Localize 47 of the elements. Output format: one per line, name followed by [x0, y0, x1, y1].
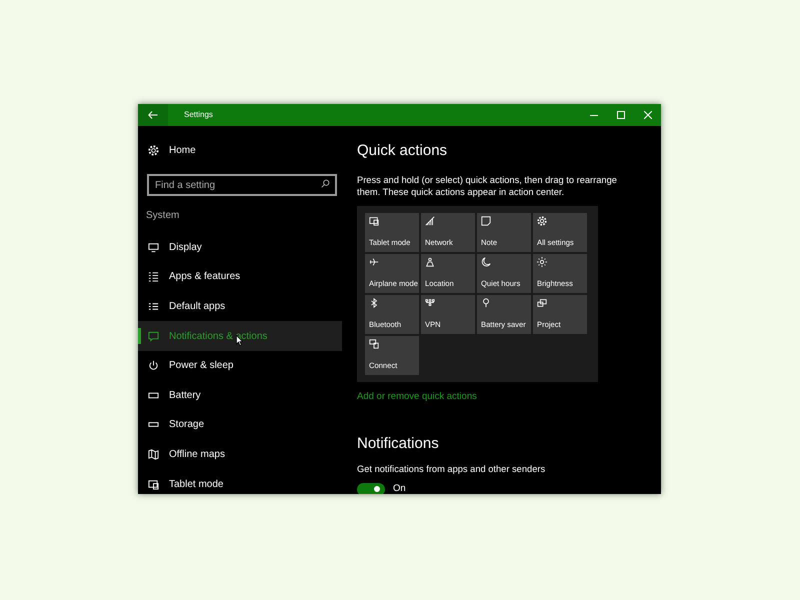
sidebar-item[interactable]: Apps & features [138, 262, 342, 292]
screens-icon [369, 338, 379, 348]
sidebar-item[interactable]: Tablet mode [138, 469, 342, 494]
sidebar-item[interactable]: Notifications & actions [138, 321, 342, 351]
tablet-icon [369, 216, 379, 226]
moon-icon [481, 256, 491, 266]
screens-icon [537, 298, 547, 308]
sun-icon [537, 256, 547, 266]
sidebar-item[interactable]: Battery [138, 380, 342, 410]
search-icon [321, 178, 330, 188]
sidebar-item[interactable]: Power & sleep [138, 350, 342, 381]
toggle-switch[interactable] [357, 482, 385, 494]
sidebar-item[interactable]: Default apps [138, 292, 342, 322]
close-icon [644, 111, 652, 119]
window-title: Settings [184, 109, 213, 121]
add-remove-link[interactable]: Add or remove quick actions [357, 390, 477, 404]
network-icon [425, 298, 435, 308]
list-icon [148, 301, 159, 312]
sidebar-item[interactable]: Storage [138, 410, 342, 440]
home-link[interactable]: Home [138, 136, 342, 166]
airplane-icon [369, 256, 379, 266]
list-icon [148, 271, 159, 282]
display-icon [148, 242, 159, 253]
back-arrow-icon [148, 111, 158, 119]
back-button[interactable] [138, 104, 168, 126]
description-text: Press and hold (or select) quick actions, then drag to rearrange them. These quick actions appear in action center. [357, 174, 618, 198]
home-label: Home [169, 144, 196, 158]
gear-icon [537, 216, 547, 226]
bluetooth-icon [369, 298, 379, 308]
leaf-icon [481, 298, 491, 308]
section-heading: System [145, 208, 180, 223]
section-title: Quick actions [357, 141, 448, 161]
sidebar-item[interactable]: Offline maps [138, 440, 342, 470]
sidebar-item[interactable]: Display [138, 232, 342, 262]
message-icon [148, 330, 159, 342]
maximize-icon [616, 111, 624, 119]
signal-icon [425, 216, 435, 226]
tablet-icon [148, 478, 159, 490]
person-icon [425, 256, 435, 266]
power-icon [148, 360, 159, 372]
gear-icon [148, 145, 159, 156]
toggle-label: On [393, 482, 406, 494]
search-field[interactable]: Find a setting [147, 174, 337, 196]
setting-label: Get notifications from apps and other senders [357, 463, 546, 475]
note-icon [481, 216, 491, 226]
section-title: Notifications [357, 434, 440, 454]
map-icon [148, 449, 159, 460]
